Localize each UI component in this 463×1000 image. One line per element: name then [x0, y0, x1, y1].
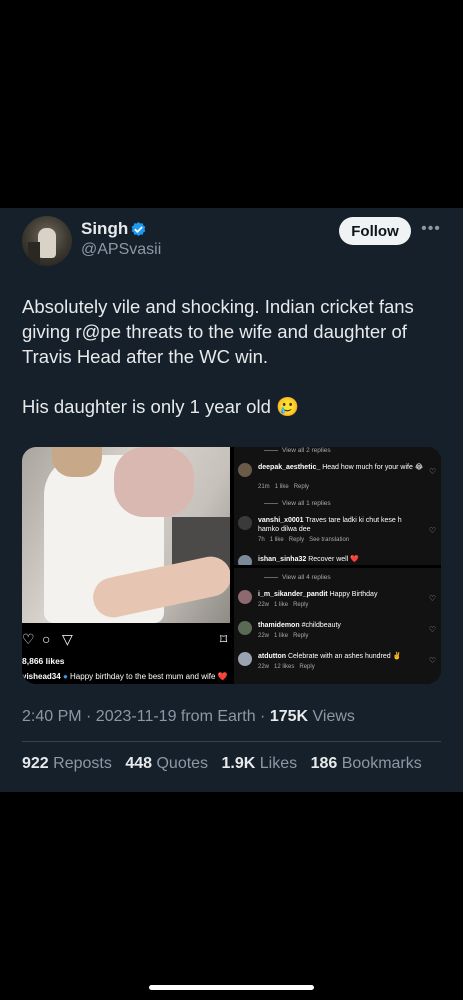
comment-reply: Reply — [293, 484, 310, 490]
view-replies-link: View all 1 replies — [264, 500, 331, 507]
comment-user: thamidemon — [258, 622, 300, 629]
avatar-figure — [38, 228, 56, 258]
comment-time: 22w — [258, 602, 270, 608]
verified-badge-icon — [131, 222, 146, 236]
comment-reply: Reply — [293, 633, 309, 639]
comment-user: ishan_sinha32 — [258, 556, 307, 563]
comments-screenshot-top[interactable]: View all 2 replies deepak_aesthetic_ Hea… — [234, 447, 441, 565]
photo-baby — [114, 447, 194, 517]
heart-icon: ♡ — [428, 467, 436, 476]
tweet-meta: 2:40 PM · 2023-11-19 from Earth · 175K V… — [22, 708, 355, 726]
comment-time: 22w — [258, 664, 270, 670]
home-indicator[interactable] — [149, 985, 314, 990]
bookmark-icon: ⌑ — [220, 631, 228, 647]
tweet-text: Absolutely vile and shocking. Indian cri… — [22, 294, 447, 444]
likes-label: Likes — [259, 755, 298, 772]
tweet-text-paragraph-2: His daughter is only 1 year old 🥲 — [22, 396, 300, 417]
comment-reply: Reply — [299, 664, 315, 670]
comment-meta: 22w 1 like Reply — [258, 633, 308, 639]
comment-translate: See translation — [309, 537, 350, 543]
comment-user: vanshi_x0001 — [258, 517, 304, 524]
comment-reply: Reply — [288, 537, 305, 543]
avatar-shadow — [28, 242, 40, 264]
quotes-count: 448 — [125, 755, 153, 772]
bookmarks-count: 186 — [310, 755, 338, 772]
heart-icon: ♡ — [428, 594, 436, 603]
caption-verified-icon: ● — [62, 672, 68, 681]
comment-meta: 22w 12 likes Reply — [258, 664, 315, 670]
tweet-stats: 922 Reposts 448 Quotes 1.9K Likes 186 Bo… — [22, 755, 431, 773]
bookmarks-stat[interactable]: 186 Bookmarks — [311, 755, 422, 772]
quotes-stat[interactable]: 448 Quotes — [125, 755, 208, 772]
more-options-icon[interactable]: ••• — [420, 220, 442, 240]
heart-icon: ♡ — [428, 656, 436, 665]
view-replies-link: View all 2 replies — [264, 447, 331, 454]
post-likes: 8,866 likes — [22, 656, 65, 666]
instagram-post-screenshot[interactable]: ♡ ○ ▽ ⌑ 8,866 likes vishead34 ● Happy bi… — [22, 447, 230, 684]
views-label: Views — [308, 708, 355, 725]
comment-body: Recover well ❤️ — [308, 556, 359, 563]
commenter-avatar — [238, 463, 252, 477]
comments-screenshot-bottom[interactable]: View all 4 replies i_m_sikander_pandit H… — [234, 568, 441, 684]
heart-icon: ♡ — [428, 625, 436, 634]
divider — [22, 741, 441, 742]
heart-icon: ♡ — [428, 526, 436, 535]
bookmarks-label: Bookmarks — [341, 755, 422, 772]
comment-body: Celebrate with an ashes hundred ✌️ — [287, 653, 402, 660]
author-handle[interactable]: @APSvasii — [81, 241, 161, 259]
post-caption: vishead34 ● Happy birthday to the best m… — [22, 672, 230, 681]
commenter-avatar — [238, 652, 252, 666]
comment-likes: 12 likes — [274, 664, 295, 670]
comment-body: Happy Birthday — [329, 591, 378, 598]
heart-outline-icon: ♡ — [22, 631, 35, 647]
quotes-label: Quotes — [156, 755, 209, 772]
comment-meta: 7h 1 like Reply See translation — [258, 537, 349, 543]
comment-likes: 1 like — [274, 633, 289, 639]
comment-time: 7h — [258, 537, 265, 543]
share-icon: ▽ — [62, 631, 73, 647]
comment-meta: 21m 1 like Reply — [258, 484, 309, 490]
caption-text: Happy birthday to the best mum and wife … — [70, 672, 228, 681]
comment-meta: 22w 1 like Reply — [258, 602, 308, 608]
tweet-text-paragraph-1: Absolutely vile and shocking. Indian cri… — [22, 296, 414, 367]
comment-text: deepak_aesthetic_ Head how much for your… — [258, 463, 423, 472]
reposts-label: Reposts — [53, 755, 112, 772]
author-name[interactable]: Singh — [81, 219, 128, 239]
post-photo — [22, 447, 230, 623]
comment-likes: 1 like — [274, 484, 289, 490]
commenter-avatar — [238, 516, 252, 530]
comment-body: Head how much for your wife 😂 — [322, 464, 423, 471]
follow-button[interactable]: Follow — [339, 217, 411, 245]
comment-likes: 1 like — [274, 602, 289, 608]
avatar[interactable] — [22, 216, 72, 266]
comment-likes: 1 like — [269, 537, 284, 543]
comment-user: atdutton — [258, 653, 286, 660]
comment-body: #childbeauty — [301, 622, 341, 629]
commenter-avatar — [238, 555, 252, 565]
comment-text: ishan_sinha32 Recover well ❤️ — [258, 555, 423, 564]
commenter-avatar — [238, 590, 252, 604]
comment-text: i_m_sikander_pandit Happy Birthday — [258, 590, 423, 599]
comment-user: deepak_aesthetic_ — [258, 464, 321, 471]
views-count: 175K — [269, 708, 309, 725]
comment-reply: Reply — [293, 602, 309, 608]
comment-user: i_m_sikander_pandit — [258, 591, 328, 598]
post-action-bar: ♡ ○ ▽ ⌑ — [22, 631, 230, 649]
likes-stat[interactable]: 1.9K Likes — [222, 755, 298, 772]
photo-hair — [52, 447, 102, 477]
reposts-stat[interactable]: 922 Reposts — [22, 755, 112, 772]
view-replies-link: View all 4 replies — [264, 574, 331, 581]
comment-text: vanshi_x0001 Traves tare ladki ki chut k… — [258, 516, 423, 534]
tweet-media[interactable]: ♡ ○ ▽ ⌑ 8,866 likes vishead34 ● Happy bi… — [22, 447, 441, 684]
comment-text: thamidemon #childbeauty — [258, 621, 423, 630]
comment-time: 21m — [258, 484, 270, 490]
reposts-count: 922 — [22, 755, 49, 772]
comment-text: atdutton Celebrate with an ashes hundred… — [258, 652, 423, 661]
comment-time: 22w — [258, 633, 270, 639]
commenter-avatar — [238, 621, 252, 635]
comment-icon: ○ — [42, 631, 51, 647]
likes-count: 1.9K — [221, 755, 256, 772]
tweet-timestamp[interactable]: 2:40 PM · 2023-11-19 from Earth · — [22, 708, 270, 725]
caption-user: vishead34 — [22, 672, 61, 681]
